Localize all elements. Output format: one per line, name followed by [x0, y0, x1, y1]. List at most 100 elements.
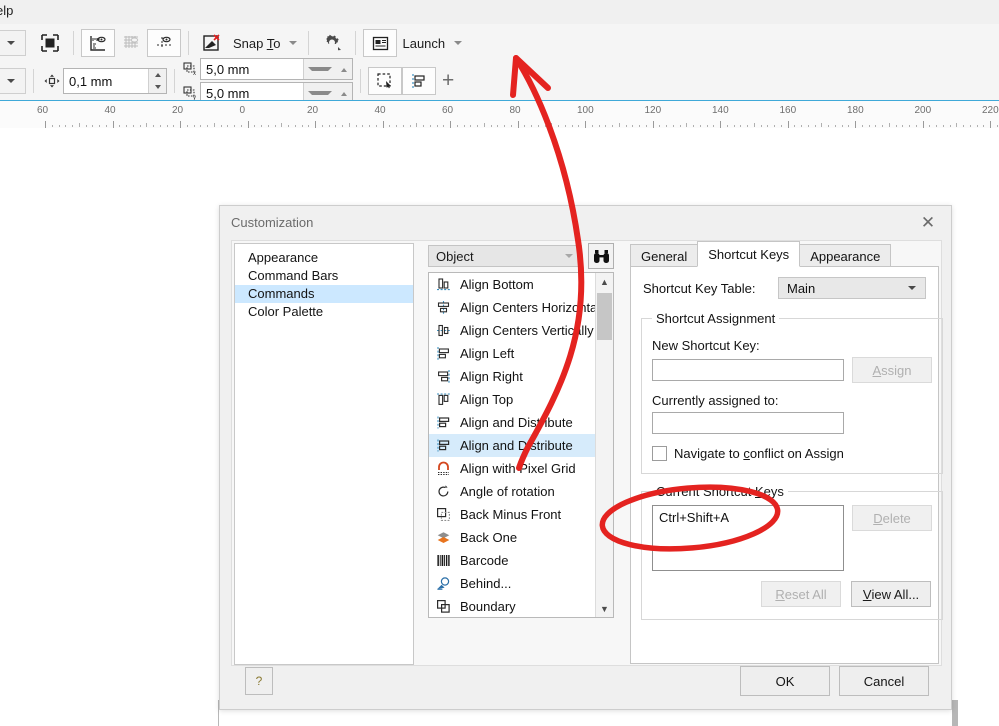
launch-chevron-icon[interactable] — [454, 41, 463, 45]
duplicate-x-spinner[interactable] — [303, 59, 352, 79]
snap-to-label[interactable]: Snap To — [228, 36, 285, 51]
ruler-minor-tick — [200, 125, 202, 127]
commands-list[interactable]: Align Bottom Align Centers Horizonta... Al… — [428, 272, 614, 618]
close-icon[interactable]: ✕ — [909, 209, 947, 235]
ruler-minor-tick — [882, 125, 883, 127]
view-all-button[interactable]: View All... — [851, 581, 931, 607]
find-command-button[interactable] — [588, 243, 614, 269]
snap-to-chevron-icon[interactable] — [289, 41, 298, 45]
align-right-icon — [435, 368, 452, 385]
ruler-minor-tick — [807, 125, 809, 127]
behind-icon — [435, 575, 452, 592]
ruler-minor-tick — [767, 125, 769, 127]
ruler-minor-tick — [240, 125, 242, 127]
category-item[interactable]: Command Bars — [235, 267, 413, 285]
menu-item-help[interactable]: elp — [0, 3, 13, 18]
chevron-down-icon — [7, 41, 15, 45]
customization-dialog: Customization ✕ Appearance Command Bars Co… — [219, 205, 952, 710]
launch-button[interactable] — [363, 29, 398, 57]
show-rulers-button[interactable] — [81, 29, 115, 57]
reset-all-button[interactable]: Reset All — [761, 581, 841, 607]
command-list-item[interactable]: Back Minus Front — [429, 503, 595, 526]
navigate-conflict-row[interactable]: Navigate to conflict on Assign — [652, 446, 932, 461]
current-shortcut-keys-list[interactable]: Ctrl+Shift+A — [652, 505, 844, 571]
nudge-distance-input[interactable] — [64, 70, 148, 92]
units-dropdown[interactable] — [0, 68, 26, 94]
command-list-item[interactable]: Angle of rotation — [429, 480, 595, 503]
fit-page-button[interactable] — [34, 30, 66, 56]
command-list-item[interactable]: Align Centers Horizonta... — [429, 296, 608, 319]
ok-button[interactable]: OK — [740, 666, 830, 696]
command-list-item-label: Align Centers Horizonta... — [460, 300, 609, 315]
align-and-distribute-button[interactable] — [402, 67, 436, 95]
command-list-item[interactable]: Align Right — [429, 365, 595, 388]
command-list-item[interactable]: Back One — [429, 526, 595, 549]
nudge-spinner-down[interactable] — [149, 81, 166, 93]
duplicate-x-down-icon[interactable] — [308, 67, 332, 71]
current-shortcut-key-item[interactable]: Ctrl+Shift+A — [659, 510, 837, 525]
show-guides-button[interactable] — [147, 29, 181, 57]
tab-shortcut-keys[interactable]: Shortcut Keys — [697, 241, 801, 267]
options-button[interactable] — [316, 30, 348, 56]
treat-as-filled-button[interactable] — [368, 67, 402, 95]
shortcut-key-table-select[interactable]: Main — [778, 277, 926, 299]
commands-scrollbar[interactable]: ▲ ▼ — [595, 273, 613, 617]
ruler-minor-tick — [186, 125, 188, 127]
chevron-down-icon — [7, 79, 15, 83]
launch-label[interactable]: Launch — [397, 36, 450, 51]
binoculars-icon — [593, 249, 609, 263]
dialog-footer: ? OK Cancel — [231, 665, 940, 699]
snap-off-button[interactable] — [196, 30, 228, 56]
page-scrollbar[interactable] — [952, 700, 958, 726]
command-list-item[interactable]: Align Left — [429, 342, 595, 365]
ruler-minor-tick — [267, 125, 269, 127]
category-list[interactable]: Appearance Command Bars Commands Color Pale… — [234, 243, 414, 665]
category-item[interactable]: Color Palette — [235, 303, 413, 321]
scroll-up-icon[interactable]: ▲ — [596, 273, 613, 290]
category-item[interactable]: Appearance — [235, 249, 413, 267]
tab-appearance[interactable]: Appearance — [799, 244, 892, 267]
scroll-down-icon[interactable]: ▼ — [596, 600, 613, 617]
command-list-item[interactable]: Align Bottom — [429, 273, 595, 296]
cancel-button[interactable]: Cancel — [839, 666, 929, 696]
navigate-conflict-checkbox[interactable] — [652, 446, 667, 461]
ruler-minor-tick — [666, 125, 667, 127]
nudge-spinner-up[interactable] — [149, 69, 166, 81]
zoom-level-dropdown[interactable] — [0, 30, 26, 56]
horizontal-ruler[interactable]: 60402002040608010012014016018020022024 — [0, 100, 999, 130]
new-shortcut-key-input[interactable] — [652, 359, 844, 381]
category-item[interactable]: Commands — [235, 285, 413, 303]
delete-button[interactable]: Delete — [852, 505, 932, 531]
help-button[interactable]: ? — [245, 667, 273, 695]
command-list-item[interactable]: Align and Distribute — [429, 411, 595, 434]
command-list-item[interactable]: Behind... — [429, 572, 595, 595]
command-list-item[interactable]: Align with Pixel Grid — [429, 457, 595, 480]
duplicate-y-up-icon[interactable] — [336, 86, 352, 100]
duplicate-offset-x-field[interactable] — [200, 58, 353, 80]
ruler-minor-tick — [65, 125, 67, 127]
command-list-item[interactable]: Align Centers Vertically — [429, 319, 595, 342]
duplicate-x-up-icon[interactable] — [336, 62, 352, 76]
assign-button[interactable]: Assign — [852, 357, 932, 383]
command-list-item[interactable]: Align and Distribute — [429, 434, 595, 457]
command-list-item[interactable]: Align Top — [429, 388, 595, 411]
ruler-minor-tick — [207, 125, 208, 127]
ruler-minor-tick — [902, 125, 904, 127]
ruler-minor-tick — [72, 125, 73, 127]
duplicate-offset-x-input[interactable] — [201, 60, 303, 78]
command-list-item[interactable]: Boundary — [429, 595, 595, 617]
shortcut-key-table-row: Shortcut Key Table: Main — [631, 267, 938, 299]
tab-general[interactable]: General — [630, 244, 699, 267]
command-filter-dropdown[interactable]: Object — [428, 245, 582, 267]
duplicate-y-down-icon[interactable] — [308, 91, 332, 95]
nudge-spinner[interactable] — [148, 69, 166, 93]
command-list-item[interactable]: Barcode — [429, 549, 595, 572]
nudge-distance-field[interactable] — [63, 68, 167, 94]
currently-assigned-input[interactable] — [652, 412, 844, 434]
ruler-minor-tick — [348, 123, 350, 127]
ruler-minor-tick — [355, 125, 357, 127]
show-grid-button[interactable] — [115, 30, 147, 56]
ruler-minor-tick — [645, 125, 647, 127]
add-toolbar-item-button[interactable]: + — [436, 69, 460, 93]
scrollbar-thumb[interactable] — [597, 293, 612, 340]
